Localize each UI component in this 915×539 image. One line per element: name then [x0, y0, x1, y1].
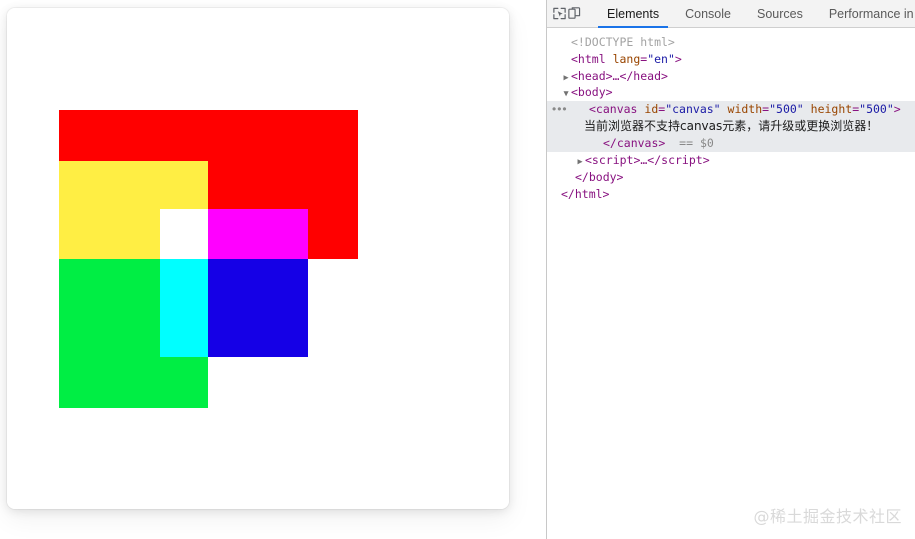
tab-sources[interactable]: Sources — [744, 0, 816, 28]
selected-node-marker: == $0 — [679, 136, 714, 151]
screenshot-root: Elements Console Sources Performance in … — [0, 0, 915, 539]
dom-node-canvas-open[interactable]: ••• <canvas id="canvas" width="500" heigh… — [547, 101, 915, 118]
dom-node-body-close[interactable]: </body> — [547, 169, 915, 186]
row-menu-dots-icon[interactable]: ••• — [552, 101, 568, 118]
dom-node-html-open[interactable]: <html lang="en"> — [547, 51, 915, 68]
canvas-element[interactable] — [7, 8, 509, 509]
page-card — [7, 8, 509, 509]
watermark-text: @稀土掘金技术社区 — [753, 507, 902, 526]
tab-console[interactable]: Console — [672, 0, 744, 28]
tab-elements[interactable]: Elements — [594, 0, 672, 28]
browser-viewport — [0, 0, 546, 539]
dom-node-html-close[interactable]: </html> — [547, 186, 915, 203]
tab-performance[interactable]: Performance in — [816, 0, 915, 28]
devtools-toolbar: Elements Console Sources Performance in — [547, 0, 915, 28]
white-rect — [159, 208, 208, 259]
dom-node-body-open[interactable]: ▼ <body> — [547, 84, 915, 101]
dom-node-script[interactable]: ▶ <script>…</script> — [547, 152, 915, 169]
cyan-rect — [159, 259, 208, 358]
dom-node-canvas-text[interactable]: 当前浏览器不支持canvas元素，请升级或更换浏览器！ — [547, 117, 915, 136]
inspect-cursor-icon[interactable] — [552, 1, 567, 27]
devtools-panel: Elements Console Sources Performance in … — [547, 0, 915, 539]
device-toolbar-icon[interactable] — [567, 1, 582, 27]
dom-node-canvas-close[interactable]: </canvas> == $0 — [547, 135, 915, 153]
dom-node-doctype[interactable]: <!DOCTYPE html> — [547, 34, 915, 51]
dom-node-head[interactable]: ▶ <head>…</head> — [547, 68, 915, 85]
dom-tree: <!DOCTYPE html> <html lang="en"> ▶ <head>… — [547, 28, 915, 203]
devtools-tabstrip: Elements Console Sources Performance in — [594, 0, 915, 28]
